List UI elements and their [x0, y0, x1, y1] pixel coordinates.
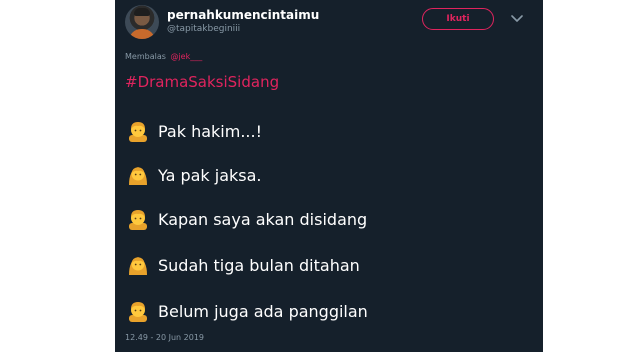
- tweet-line-text: Sudah tiga bulan ditahan: [158, 255, 360, 275]
- chevron-down-icon: [511, 15, 523, 22]
- follow-button[interactable]: Ikuti: [422, 8, 494, 30]
- tweet-line-text: Ya pak jaksa.: [158, 165, 262, 185]
- replying-to-mention[interactable]: @jek___: [170, 52, 202, 61]
- tweet-header: pernahkumencintaimu @tapitakbeginiii Iku…: [125, 5, 533, 45]
- tweet-line-text: Pak hakim...!: [158, 121, 262, 141]
- avatar[interactable]: [125, 5, 159, 39]
- woman-icon: [129, 257, 147, 275]
- man-icon: [129, 302, 147, 322]
- tweet-card: pernahkumencintaimu @tapitakbeginiii Iku…: [115, 0, 543, 352]
- replying-to: Membalas @jek___: [125, 52, 202, 61]
- tweet-line: Sudah tiga bulan ditahan: [127, 252, 360, 278]
- tweet-line: Pak hakim...!: [127, 118, 262, 144]
- replying-to-prefix: Membalas: [125, 52, 166, 61]
- woman-icon: [129, 167, 147, 185]
- hashtag-link[interactable]: #DramaSaksiSidang: [125, 73, 279, 91]
- tweet-line: Kapan saya akan disidang: [127, 206, 367, 232]
- tweet-timestamp[interactable]: 12.49 - 20 Jun 2019: [125, 333, 204, 342]
- man-icon: [129, 210, 147, 230]
- man-icon: [129, 122, 147, 142]
- tweet-line: Ya pak jaksa.: [127, 162, 262, 188]
- tweet-line-text: Kapan saya akan disidang: [158, 209, 368, 229]
- tweet-line-text: Belum juga ada panggilan: [158, 301, 368, 321]
- user-handle[interactable]: @tapitakbeginiii: [167, 24, 240, 34]
- tweet-line: Belum juga ada panggilan: [127, 298, 368, 324]
- display-name[interactable]: pernahkumencintaimu: [167, 8, 319, 22]
- more-options-button[interactable]: [508, 10, 526, 28]
